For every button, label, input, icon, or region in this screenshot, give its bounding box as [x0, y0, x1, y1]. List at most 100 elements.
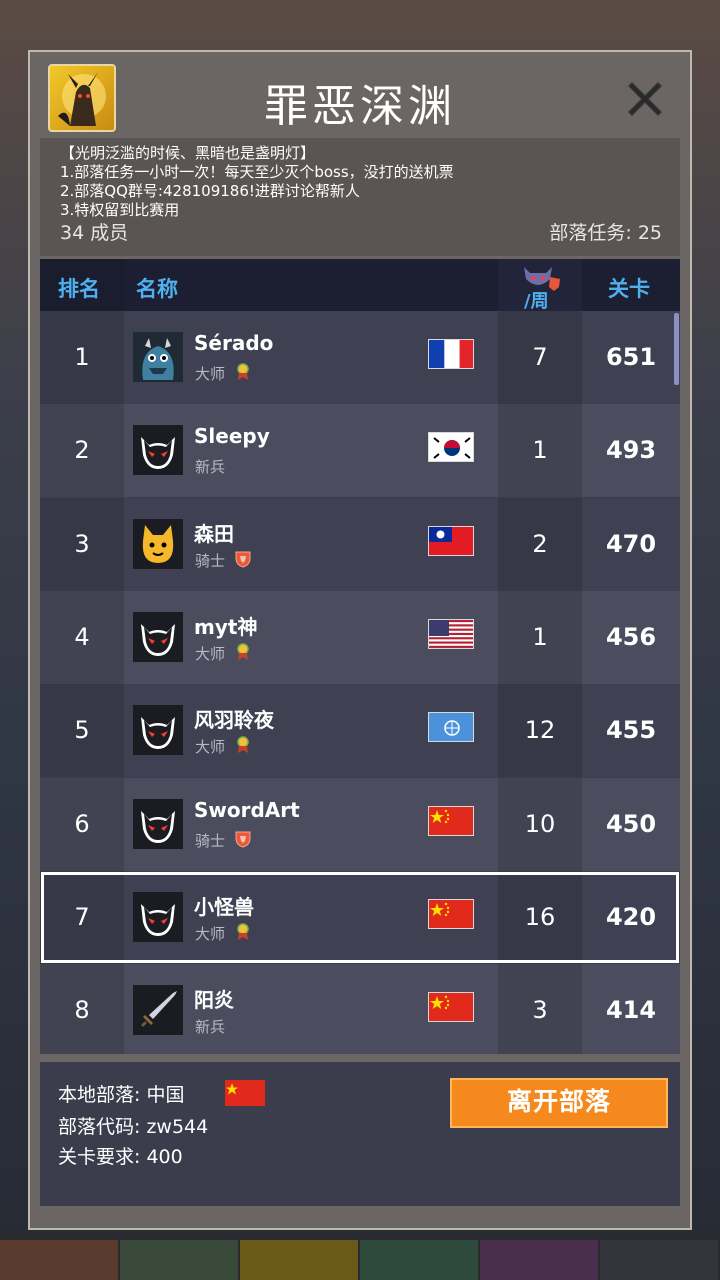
- devil-cat-avatar[interactable]: [133, 425, 183, 476]
- week-cell: 7: [498, 311, 582, 404]
- player-name[interactable]: myt神: [194, 611, 257, 640]
- rank-number: 1: [74, 343, 90, 371]
- header-name[interactable]: 名称: [136, 273, 178, 303]
- weekly-count: 12: [524, 716, 556, 745]
- shield-badge-icon: [235, 550, 251, 568]
- player-name[interactable]: 风羽聆夜: [194, 704, 274, 733]
- level-cell: 456: [582, 591, 680, 684]
- nav-slot-4[interactable]: [360, 1240, 478, 1280]
- usa-flag-icon: [428, 618, 474, 649]
- desc-line: 3.特权留到比赛用: [60, 201, 180, 219]
- rank-cell: 2: [40, 404, 124, 498]
- week-cell: 1: [498, 404, 582, 498]
- weekly-count: 2: [532, 529, 548, 558]
- close-icon: [627, 81, 663, 117]
- player-role: 大师: [195, 365, 226, 383]
- table-header: 排名 名称 /周 关卡: [40, 259, 680, 313]
- week-cell: 3: [498, 964, 582, 1054]
- rank-number: 3: [74, 529, 90, 558]
- level-number: 456: [605, 622, 657, 651]
- rank-number: 8: [74, 996, 90, 1025]
- table-row[interactable]: 4 myt神大师 1 456: [40, 590, 680, 684]
- korea-flag-icon: [428, 432, 474, 463]
- clan-logo-icon: [48, 64, 116, 132]
- header-rank[interactable]: 排名: [58, 273, 100, 303]
- leave-clan-button[interactable]: 离开部落: [450, 1078, 668, 1128]
- yellow-fox-avatar[interactable]: [133, 518, 183, 569]
- week-cell: 1: [498, 590, 582, 684]
- ribbon-badge-icon: [235, 736, 251, 754]
- player-role: 大师: [195, 644, 226, 663]
- clan-code-label: 部落代码: zw544: [58, 1116, 209, 1138]
- nav-slot-5[interactable]: [480, 1240, 598, 1280]
- desc-line: 2.部落QQ群号:428109186!进群讨论帮新人: [60, 182, 360, 200]
- level-number: 651: [605, 343, 657, 371]
- ribbon-badge-icon: [235, 363, 251, 381]
- rank-cell: 6: [40, 777, 124, 871]
- sword-avatar[interactable]: [133, 985, 183, 1036]
- table-row[interactable]: 5 风羽聆夜大师 12 455: [40, 684, 680, 778]
- level-number: 470: [605, 529, 657, 558]
- weekly-count: 1: [532, 436, 548, 465]
- level-number: 450: [605, 809, 657, 838]
- china-flag-icon: [428, 805, 474, 836]
- nav-slot-2[interactable]: [120, 1240, 238, 1280]
- devil-cat-avatar[interactable]: [133, 611, 183, 662]
- player-role: 大师: [195, 738, 226, 757]
- rank-number: 6: [74, 809, 90, 838]
- player-role: 骑士: [195, 831, 226, 850]
- desc-line: 1.部落任务一小时一次！每天至少灭个boss，没打的送机票: [60, 163, 454, 181]
- level-number: 414: [605, 996, 657, 1025]
- week-cell: 10: [498, 777, 582, 871]
- devil-cat-avatar[interactable]: [133, 705, 183, 756]
- shield-badge-icon: [235, 830, 251, 848]
- clan-title: 罪恶深渊: [264, 81, 456, 132]
- table-row[interactable]: 7 小怪兽 大师 16 420: [40, 870, 680, 964]
- level-requirement-label: 关卡要求: 400: [58, 1146, 183, 1168]
- member-table[interactable]: 排名 名称 /周 关卡 1 Sérado 大师 7 651 2 Sleepy 新兵 1 493 3 森…: [40, 259, 680, 1054]
- rank-cell: 8: [40, 964, 124, 1054]
- clan-task-count: 部落任务: 25: [549, 222, 662, 244]
- nav-slot-3[interactable]: [240, 1240, 358, 1280]
- nav-slot-6[interactable]: [600, 1240, 718, 1280]
- table-row[interactable]: 2 Sleepy 新兵 1 493: [40, 404, 680, 498]
- level-number: 455: [605, 716, 657, 745]
- player-name[interactable]: Sérado: [194, 331, 273, 355]
- member-count: 34 成员: [60, 222, 129, 244]
- rank-number: 4: [74, 622, 90, 651]
- week-cell: 2: [498, 497, 582, 591]
- ribbon-badge-icon: [235, 643, 251, 661]
- rank-cell: 5: [40, 684, 124, 778]
- header-week[interactable]: /周: [524, 287, 549, 313]
- player-name[interactable]: 阳炎: [194, 984, 234, 1013]
- local-clan-label: 本地部落: 中国: [58, 1084, 185, 1106]
- table-row[interactable]: 6 SwordArt 骑士 10 450: [40, 777, 680, 871]
- level-cell: 651: [582, 311, 680, 404]
- player-name[interactable]: Sleepy: [194, 424, 270, 448]
- monster-avatar[interactable]: [133, 332, 183, 382]
- table-row[interactable]: 1 Sérado 大师 7 651: [40, 311, 680, 404]
- rank-cell: 3: [40, 497, 124, 591]
- close-button[interactable]: [620, 74, 670, 124]
- player-name[interactable]: SwordArt: [194, 798, 300, 822]
- level-cell: 450: [582, 778, 680, 871]
- selected-row-outline: [41, 871, 679, 963]
- devil-cat-avatar[interactable]: [133, 798, 183, 849]
- level-cell: 470: [582, 498, 680, 591]
- rank-cell: 1: [40, 311, 124, 404]
- player-role: 新兵: [195, 458, 226, 477]
- weekly-count: 7: [532, 343, 548, 371]
- nav-slot-1[interactable]: [0, 1240, 118, 1280]
- table-row[interactable]: 8 阳炎新兵 3 414: [40, 964, 680, 1054]
- scrollbar[interactable]: [674, 313, 679, 385]
- weekly-count: 3: [532, 996, 548, 1025]
- taiwan-flag-icon: [428, 525, 474, 556]
- table-row[interactable]: 3 森田 骑士 2 470: [40, 497, 680, 591]
- desc-line: 【光明泛滥的时候、黑暗也是盏明灯】: [60, 144, 316, 162]
- level-number: 493: [605, 436, 657, 465]
- player-name[interactable]: 森田: [194, 518, 234, 547]
- header-level[interactable]: 关卡: [608, 273, 650, 303]
- rank-cell: 4: [40, 590, 124, 684]
- player-role: 新兵: [195, 1018, 226, 1037]
- weekly-count: 10: [524, 809, 556, 838]
